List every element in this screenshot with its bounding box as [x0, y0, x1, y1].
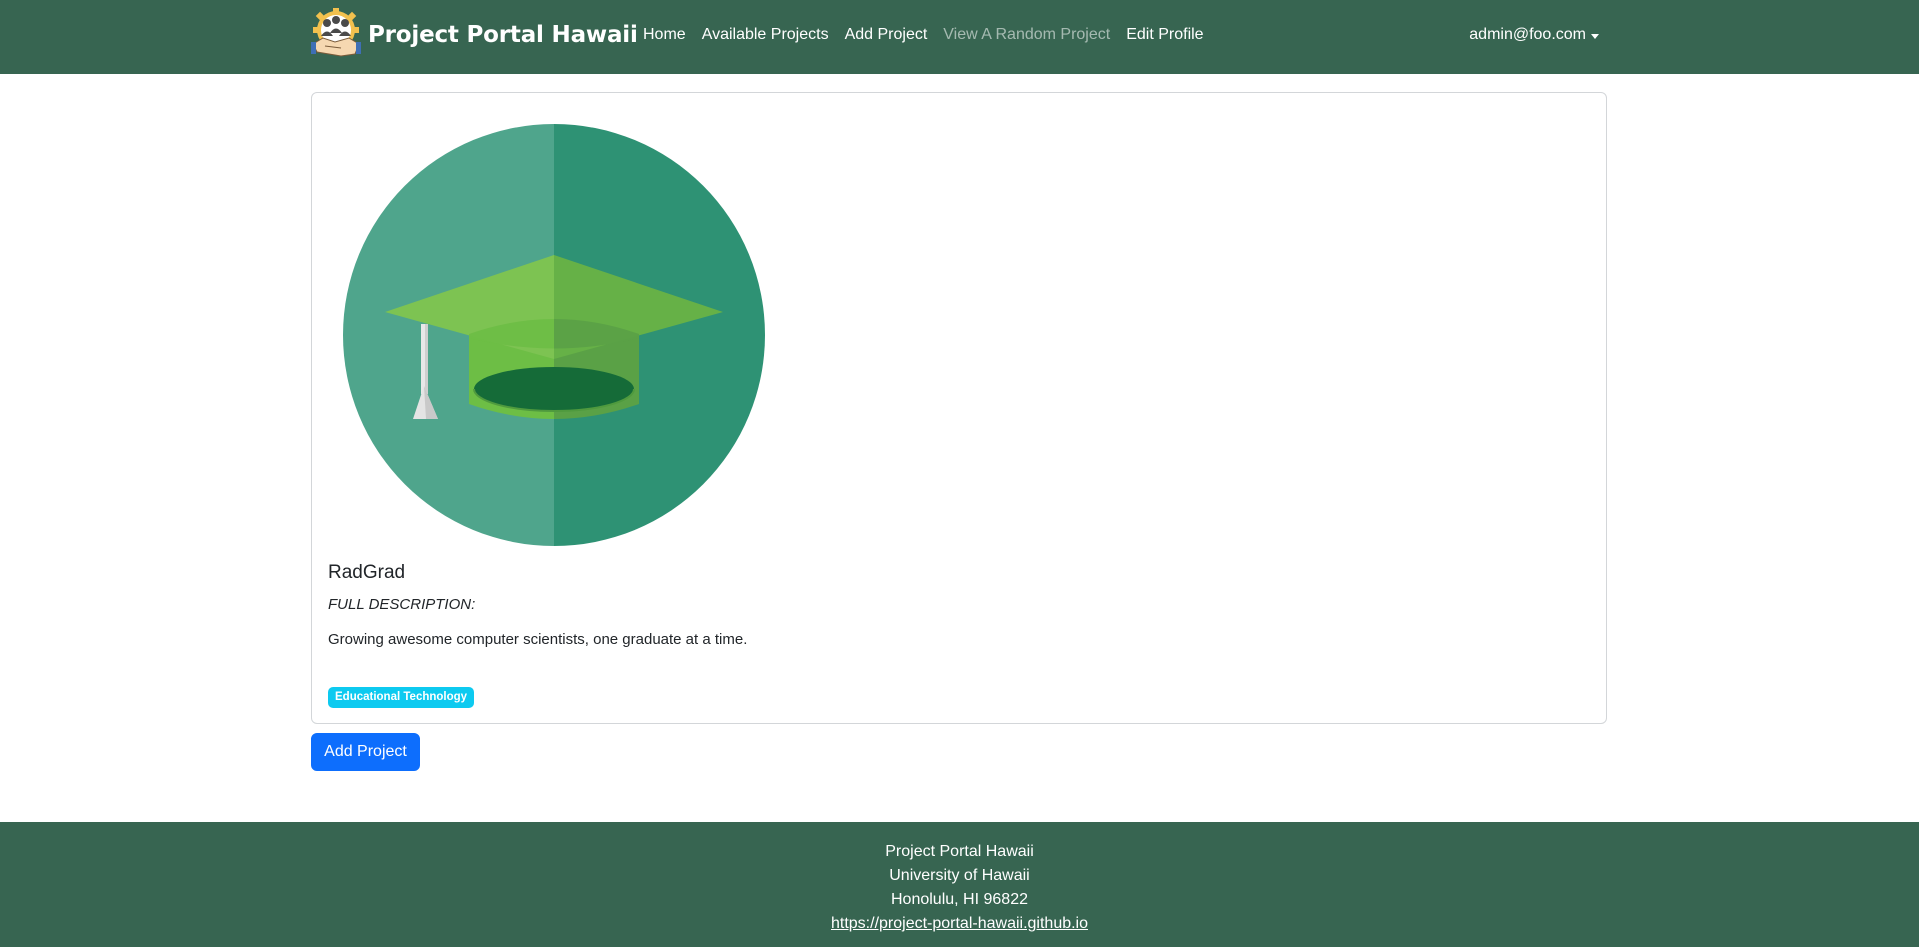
footer: Project Portal Hawaii University of Hawa…	[0, 822, 1919, 947]
handshake-team-logo-icon	[311, 8, 361, 57]
graduation-cap-icon	[343, 124, 765, 546]
nav-available-projects[interactable]: Available Projects	[702, 26, 829, 44]
tag-badge: Educational Technology	[328, 687, 475, 708]
user-email: admin@foo.com	[1469, 26, 1586, 43]
nav-add-project[interactable]: Add Project	[845, 26, 928, 44]
project-description: Growing awesome computer scientists, one…	[328, 631, 748, 648]
project-name: RadGrad	[328, 562, 406, 583]
footer-city: Honolulu, HI 96822	[891, 891, 1028, 908]
brand-link[interactable]: Project Portal Hawaii	[311, 8, 638, 62]
footer-address: Project Portal Hawaii University of Hawa…	[0, 840, 1919, 936]
add-project-button[interactable]: Add Project	[311, 733, 420, 771]
project-card: RadGrad FULL DESCRIPTION: Growing awesom…	[311, 92, 1607, 724]
description-heading: FULL DESCRIPTION:	[328, 596, 476, 613]
user-dropdown[interactable]: admin@foo.com	[1469, 0, 1599, 70]
caret-down-icon	[1591, 33, 1599, 39]
footer-org: Project Portal Hawaii	[885, 843, 1034, 860]
brand-title: Project Portal Hawaii	[368, 22, 638, 48]
nav-view-random-project[interactable]: View A Random Project	[943, 26, 1110, 44]
top-navbar: Project Portal Hawaii Home Available Pro…	[0, 0, 1919, 74]
main-nav: Home Available Projects Add Project View…	[643, 0, 1220, 70]
nav-edit-profile[interactable]: Edit Profile	[1126, 26, 1203, 44]
footer-university: University of Hawaii	[889, 867, 1030, 884]
footer-website-link[interactable]: https://project-portal-hawaii.github.io	[831, 915, 1088, 932]
nav-home[interactable]: Home	[643, 26, 686, 44]
